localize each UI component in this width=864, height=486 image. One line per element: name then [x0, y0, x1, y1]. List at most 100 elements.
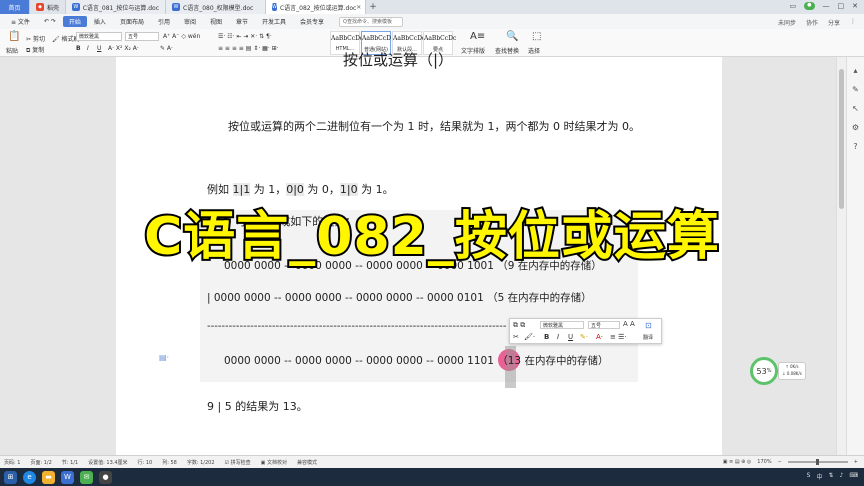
view-mode-icons[interactable]: ▣ ≡ ▤ ⊕ ◎ [723, 459, 752, 465]
float-italic-button[interactable]: I [557, 333, 559, 341]
separator-line: ----------------------------------------… [207, 321, 507, 332]
memory-gauge[interactable]: 53% [750, 357, 778, 385]
float-align-icon[interactable]: ≡ ☰· [610, 333, 627, 341]
maximize-icon[interactable]: □ [838, 2, 845, 10]
find-replace-button[interactable]: 查找替换 [495, 46, 519, 55]
menu-devtools[interactable]: 开发工具 [255, 17, 293, 26]
collapse-icon[interactable]: ▴ [851, 66, 861, 76]
word-app-icon[interactable]: W [61, 470, 74, 484]
highlight-icon[interactable]: ✎ A· [160, 45, 173, 52]
style-sample: AaBbCcDd [331, 35, 364, 42]
upload-speed: ↑ 0K/s [785, 364, 799, 369]
system-tray: S 中 ⇅ ♪ ⌨ [807, 472, 858, 481]
browser-icon[interactable]: e [23, 470, 36, 484]
example-prefix: 例如 [207, 183, 233, 196]
minimize-icon[interactable]: — [823, 2, 830, 10]
copy-button[interactable]: ⧉ 复制 [26, 45, 44, 55]
float-underline-button[interactable]: U [568, 333, 573, 341]
help-icon[interactable]: ? [851, 142, 861, 152]
strikethrough-icon[interactable]: A· X² X₂ A· [108, 45, 139, 52]
status-spell-check[interactable]: ☑ 拼写检查 [225, 459, 251, 466]
paste-button[interactable]: 粘贴 [6, 46, 18, 55]
undo-icon[interactable]: ↶ ↷ [37, 18, 63, 25]
menu-reference[interactable]: 引用 [151, 17, 177, 26]
float-bold-button[interactable]: B [544, 333, 549, 341]
zoom-slider[interactable] [787, 459, 848, 465]
menu-chapter[interactable]: 章节 [229, 17, 255, 26]
more-icon[interactable]: ⋮ [850, 18, 856, 27]
text-layout-button[interactable]: 文字排版 [461, 46, 485, 55]
select-button[interactable]: 选择 [528, 46, 540, 55]
unsynced-status[interactable]: 未同步 [778, 18, 796, 27]
zoom-level[interactable]: 170% [757, 459, 771, 465]
tab-daoke[interactable]: ◆ 稻壳 [30, 0, 67, 14]
share-button[interactable]: 分享 [828, 18, 840, 27]
menu-page-layout[interactable]: 页面布局 [113, 17, 151, 26]
vertical-scrollbar[interactable] [836, 57, 846, 455]
float-font-grow-icon[interactable]: A A [623, 320, 635, 328]
start-icon[interactable]: ⊞ [4, 470, 17, 484]
record-icon[interactable]: ● [99, 470, 112, 484]
tray-icon-s[interactable]: S [807, 472, 811, 481]
font-size-select[interactable]: 五号 [125, 32, 159, 41]
float-font-name-select[interactable]: 微软雅黑 [540, 321, 584, 329]
float-highlight-icon[interactable]: ✎· [580, 333, 588, 341]
paste-icon[interactable]: 📋 [8, 32, 20, 42]
close-window-icon[interactable]: ✕ [852, 2, 858, 10]
float-font-size-select[interactable]: 五号 [588, 321, 620, 329]
menu-file[interactable]: ≡ 文件 [4, 17, 37, 26]
collab-button[interactable]: 协作 [806, 18, 818, 27]
wechat-icon[interactable]: ✉ [80, 470, 93, 484]
gauge-unit: % [766, 368, 772, 374]
align-icons[interactable]: ≡ ≡ ≡ ≡ ▤ ⇕· ▦· ⊞· [218, 45, 279, 52]
font-grow-icon[interactable]: A⁺ A⁻ ◇ wén [163, 33, 200, 40]
zoom-slider-handle[interactable] [815, 459, 819, 465]
list-icons[interactable]: ☰· ☷· ⇤ ⇥ ✕· ⇅ ¶· [218, 33, 272, 40]
style-sample: AaBbCcDd [393, 35, 426, 42]
tray-icon-network[interactable]: ⇅ [828, 472, 833, 481]
bold-button[interactable]: B [76, 45, 81, 52]
cut-button[interactable]: ✂ 剪切 [26, 34, 45, 43]
status-proof[interactable]: ▣ 文档校对 [261, 459, 287, 466]
tab-home[interactable]: 首页 [0, 0, 30, 14]
close-icon[interactable]: ✕ [356, 4, 361, 11]
font-name-select[interactable]: 微软雅黑 [76, 32, 122, 41]
pointer-icon[interactable]: ↖ [851, 104, 861, 114]
float-cut-icon[interactable]: ✂ [513, 333, 519, 341]
folder-icon[interactable]: ▬ [42, 470, 55, 484]
float-font-color-icon[interactable]: A· [596, 333, 603, 341]
user-badge[interactable]: ● [804, 2, 815, 10]
paragraph-handle-icon[interactable]: ▤· [159, 353, 169, 362]
menu-insert[interactable]: 插入 [87, 17, 113, 26]
format-copy-icon[interactable]: ⧉ ⧉ [513, 321, 525, 330]
tray-icon-keyboard[interactable]: ⌨ [849, 472, 858, 481]
menu-review[interactable]: 审阅 [177, 17, 203, 26]
taskbar: ⊞ e ▬ W ✉ ● S 中 ⇅ ♪ ⌨ [0, 468, 864, 486]
example-text-6: 为 1。 [357, 183, 394, 196]
status-words[interactable]: 字数: 1/202 [187, 459, 215, 466]
tab-doc-081[interactable]: W C语言_081_按位与运算.doc [66, 0, 167, 14]
pen-icon[interactable]: ✎ [851, 85, 861, 95]
zoom-out-icon[interactable]: − [778, 459, 782, 465]
menu-view[interactable]: 视图 [203, 17, 229, 26]
tray-icon-volume[interactable]: ♪ [839, 472, 843, 481]
settings-icon[interactable]: ⚙ [851, 123, 861, 133]
translate-button[interactable]: 翻译 [643, 334, 653, 341]
layout-icon[interactable]: ▭ [790, 2, 797, 10]
float-painter-icon[interactable]: 🖌· [524, 333, 535, 341]
intro-paragraph: 按位或运算的两个二进制位有一个为 1 时，结果就为 1，两个都为 0 时结果才为… [228, 120, 640, 133]
scroll-thumb[interactable] [839, 69, 844, 209]
tab-doc-080[interactable]: W C语言_080_权限模型.doc [166, 0, 267, 14]
tab-doc-082[interactable]: W C语言_082_按位或运算.doc ✕ [266, 0, 367, 14]
tab-doc-081-label: C语言_081_按位与运算.doc [82, 4, 160, 12]
status-section: 节: 1/1 [61, 459, 79, 466]
underline-button[interactable]: U [97, 45, 101, 52]
menu-vip[interactable]: 会员专享 [293, 17, 331, 26]
menu-start[interactable]: 开始 [62, 16, 87, 27]
binary-line-13-end: 在内存中的存储） [521, 355, 609, 367]
italic-button[interactable]: I [87, 45, 89, 52]
zoom-in-icon[interactable]: + [854, 459, 858, 465]
new-tab-button[interactable]: + [366, 2, 380, 12]
command-search-input[interactable]: Q查找命令、搜索模板 [339, 16, 404, 27]
tray-icon-lang[interactable]: 中 [816, 472, 822, 481]
